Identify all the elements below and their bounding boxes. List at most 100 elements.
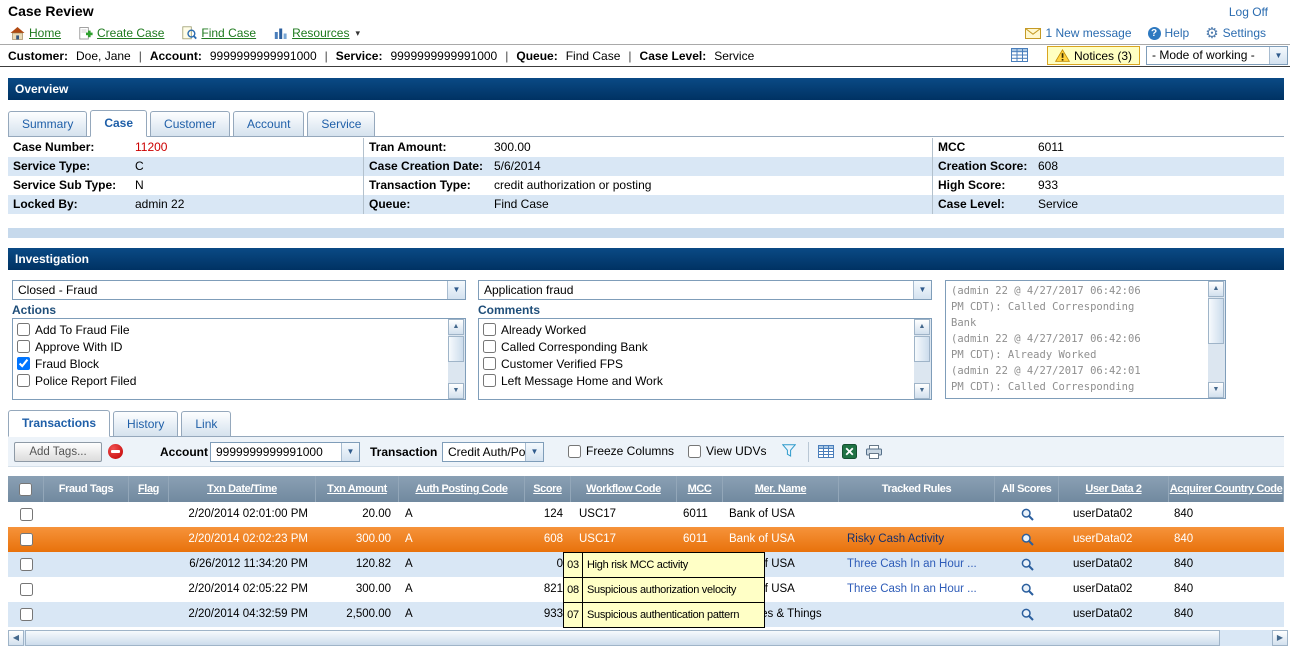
log-scrollbar[interactable]: ▲ ▼ (1208, 281, 1225, 398)
column-header-user2[interactable]: User Data 2 (1059, 476, 1169, 502)
scroll-down-arrow[interactable]: ▼ (448, 383, 464, 399)
add-tags-button[interactable]: Add Tags... (14, 442, 102, 462)
actions-scrollbar[interactable]: ▲ ▼ (448, 319, 465, 399)
magnifier-icon[interactable] (1021, 558, 1034, 571)
remove-tags-icon[interactable] (108, 444, 123, 459)
fraud-type-select[interactable]: Application fraud ▼ (478, 280, 932, 300)
actions-option[interactable]: Fraud Block (15, 355, 446, 372)
nav-item-label: Home (29, 26, 61, 40)
comments-option[interactable]: Customer Verified FPS (481, 355, 912, 372)
nav-item-home[interactable]: Home (10, 26, 61, 40)
scroll-thumb[interactable] (25, 630, 1220, 646)
cell-check (8, 502, 44, 527)
comments-checkbox[interactable] (483, 340, 496, 353)
tab-transactions[interactable]: Transactions (8, 410, 110, 437)
comments-option[interactable]: Left Message Home and Work (481, 372, 912, 389)
overview-tab-case[interactable]: Case (90, 110, 147, 137)
freeze-columns-option[interactable]: Freeze Columns (568, 444, 674, 458)
account-select[interactable]: 9999999999991000 ▼ (210, 442, 360, 462)
settings-link[interactable]: ⚙ Settings (1205, 26, 1266, 41)
comments-option[interactable]: Called Corresponding Bank (481, 338, 912, 355)
column-header-score[interactable]: Score (525, 476, 571, 502)
overview-field-label: Case Creation Date: (369, 157, 494, 176)
export-excel-icon[interactable] (842, 444, 857, 462)
comments-list: Already WorkedCalled Corresponding BankC… (481, 321, 912, 389)
scroll-up-arrow[interactable]: ▲ (914, 319, 930, 335)
row-checkbox[interactable] (20, 533, 33, 546)
nav-item-resources[interactable]: Resources▾ (274, 26, 360, 40)
cell-tracked: Three Cash In an Hour ... (839, 577, 995, 602)
select-all-checkbox[interactable] (19, 483, 32, 496)
column-header-mcc[interactable]: MCC (677, 476, 723, 502)
investigation-header: Investigation (8, 248, 1284, 270)
comments-scrollbar[interactable]: ▲ ▼ (914, 319, 931, 399)
magnifier-icon[interactable] (1021, 533, 1034, 546)
tab-history[interactable]: History (113, 411, 178, 436)
actions-option[interactable]: Police Report Filed (15, 372, 446, 389)
overview-tab-service[interactable]: Service (307, 111, 375, 136)
scroll-thumb[interactable] (914, 336, 930, 362)
column-header-date[interactable]: Txn Date/Time (169, 476, 316, 502)
investigation-log[interactable]: (admin 22 @ 4/27/2017 06:42:06PM CDT): C… (945, 280, 1226, 399)
tracked-rule-link[interactable]: Risky Cash Activity (847, 533, 944, 545)
magnifier-icon[interactable] (1021, 508, 1034, 521)
help-link[interactable]: ? Help (1148, 26, 1190, 40)
actions-checkbox[interactable] (17, 357, 30, 370)
comments-checkbox[interactable] (483, 357, 496, 370)
row-checkbox[interactable] (20, 583, 33, 596)
overview-field-label: Tran Amount: (369, 138, 494, 157)
new-message-link[interactable]: 1 New message (1025, 26, 1131, 40)
scroll-thumb[interactable] (1208, 298, 1224, 344)
comments-option[interactable]: Already Worked (481, 321, 912, 338)
nav-item-find-case[interactable]: Find Case (182, 26, 256, 40)
logoff-link[interactable]: Log Off (1229, 5, 1268, 19)
tracked-rule-link[interactable]: Three Cash In an Hour ... (847, 558, 977, 570)
transaction-row[interactable]: 2/20/2014 02:01:00 PM20.00A124USC176011B… (8, 502, 1284, 527)
magnifier-icon[interactable] (1021, 608, 1034, 621)
actions-checkbox[interactable] (17, 374, 30, 387)
row-checkbox[interactable] (20, 508, 33, 521)
magnifier-icon[interactable] (1021, 583, 1034, 596)
overview-tab-summary[interactable]: Summary (8, 111, 87, 136)
print-icon[interactable] (866, 445, 882, 462)
scroll-left-arrow[interactable]: ◀ (8, 630, 24, 646)
grid-view-icon[interactable] (818, 445, 834, 461)
column-header-auth[interactable]: Auth Posting Code (399, 476, 525, 502)
mode-of-working-select[interactable]: - Mode of working - ▼ (1146, 46, 1288, 65)
actions-option[interactable]: Add To Fraud File (15, 321, 446, 338)
column-header-workflow[interactable]: Workflow Code (571, 476, 677, 502)
view-udvs-option[interactable]: View UDVs (688, 444, 766, 458)
transaction-select[interactable]: Credit Auth/Post ▼ (442, 442, 544, 462)
resolution-select[interactable]: Closed - Fraud ▼ (12, 280, 466, 300)
comments-checkbox[interactable] (483, 374, 496, 387)
overview-tab-account[interactable]: Account (233, 111, 304, 136)
notices-button[interactable]: Notices (3) (1047, 46, 1140, 65)
scroll-up-arrow[interactable]: ▲ (1208, 281, 1224, 297)
freeze-columns-checkbox[interactable] (568, 445, 581, 458)
view-udvs-checkbox[interactable] (688, 445, 701, 458)
column-header-acq[interactable]: Acquirer Country Code (1169, 476, 1284, 502)
actions-option[interactable]: Approve With ID (15, 338, 446, 355)
column-header-merchant[interactable]: Mer. Name (723, 476, 839, 502)
actions-checkbox[interactable] (17, 340, 30, 353)
scroll-up-arrow[interactable]: ▲ (448, 319, 464, 335)
filter-icon[interactable] (782, 444, 796, 460)
nav-item-create-case[interactable]: Create Case (79, 26, 164, 40)
tab-link[interactable]: Link (181, 411, 231, 436)
transaction-row[interactable]: 2/20/2014 02:02:23 PM300.00A608USC176011… (8, 527, 1284, 552)
row-checkbox[interactable] (20, 558, 33, 571)
column-header-amount[interactable]: Txn Amount (316, 476, 399, 502)
scroll-right-arrow[interactable]: ▶ (1272, 630, 1288, 646)
overview-tab-customer[interactable]: Customer (150, 111, 230, 136)
column-header-check[interactable] (8, 476, 44, 502)
tracked-rule-link[interactable]: Three Cash In an Hour ... (847, 583, 977, 595)
scroll-down-arrow[interactable]: ▼ (914, 383, 930, 399)
case-list-grid-icon[interactable] (1011, 48, 1028, 65)
actions-checkbox[interactable] (17, 323, 30, 336)
scroll-thumb[interactable] (448, 336, 464, 362)
row-checkbox[interactable] (20, 608, 33, 621)
comments-checkbox[interactable] (483, 323, 496, 336)
horizontal-scrollbar[interactable]: ◀ ▶ (8, 630, 1288, 646)
scroll-down-arrow[interactable]: ▼ (1208, 382, 1224, 398)
column-header-flag[interactable]: Flag (129, 476, 169, 502)
